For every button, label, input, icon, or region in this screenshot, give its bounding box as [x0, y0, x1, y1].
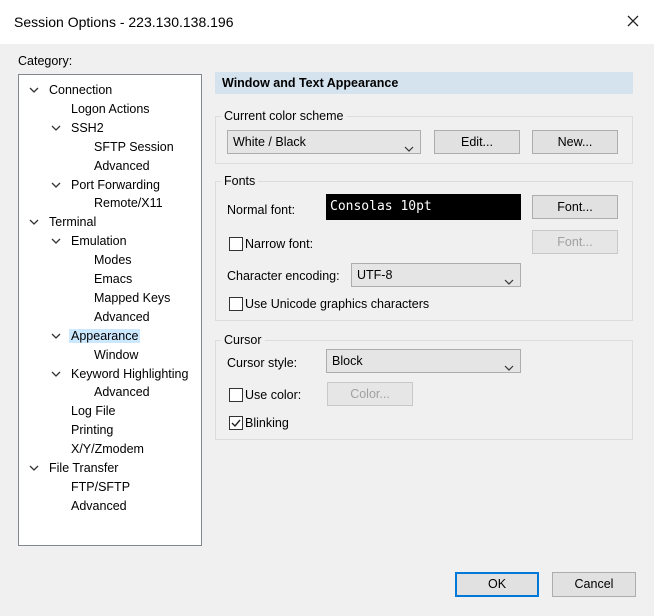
tree-item-label: SFTP Session [94, 139, 174, 154]
tree-item[interactable]: Printing [69, 421, 115, 439]
chevron-down-icon [404, 138, 414, 160]
chevron-down-icon[interactable] [51, 180, 61, 190]
chevron-down-icon[interactable] [51, 331, 61, 341]
tree-item-label: Logon Actions [71, 101, 150, 116]
blinking-checkbox[interactable] [229, 416, 243, 430]
normal-font-label: Normal font: [227, 203, 296, 217]
color-scheme-value: White / Black [233, 135, 306, 149]
chevron-down-icon[interactable] [29, 463, 39, 473]
blinking-label: Blinking [245, 416, 289, 430]
category-tree[interactable]: Connection Logon Actions SSH2 SFTP Session A… [18, 74, 202, 546]
unicode-graphics-checkbox[interactable] [229, 297, 243, 311]
title-bar: Session Options - 223.130.138.196 [0, 0, 654, 44]
chevron-down-icon[interactable] [51, 369, 61, 379]
ok-button[interactable]: OK [455, 572, 539, 597]
use-color-checkbox[interactable] [229, 388, 243, 402]
tree-item[interactable]: Appearance [69, 327, 141, 345]
tree-item-label: Appearance [69, 328, 141, 343]
cursor-group-label: Cursor [221, 332, 265, 348]
new-scheme-button[interactable]: New... [532, 130, 618, 154]
tree-item-label: Advanced [94, 158, 150, 173]
tree-item[interactable]: Remote/X11 [92, 194, 165, 212]
tree-item[interactable]: Modes [92, 251, 134, 269]
narrow-font-checkbox[interactable] [229, 237, 243, 251]
tree-item-label: Port Forwarding [71, 177, 160, 192]
tree-item-label: File Transfer [49, 461, 119, 475]
tree-item[interactable]: Log File [69, 402, 117, 420]
tree-item[interactable]: Logon Actions [69, 100, 152, 118]
tree-item-label: X/Y/Zmodem [71, 442, 144, 457]
tree-item-label: Mapped Keys [94, 290, 171, 305]
tree-item-label: Window [94, 347, 139, 362]
cursor-color-button[interactable]: Color... [327, 382, 413, 406]
unicode-graphics-label: Use Unicode graphics characters [245, 297, 430, 311]
tree-item-label: Advanced [94, 309, 150, 324]
fonts-group-label: Fonts [221, 173, 259, 189]
narrow-font-label: Narrow font: [245, 237, 314, 251]
close-icon[interactable] [622, 10, 644, 32]
tree-item[interactable]: Mapped Keys [92, 289, 172, 307]
tree-item[interactable]: Window [92, 346, 140, 364]
tree-item[interactable]: Advanced [69, 497, 129, 515]
tree-item[interactable]: X/Y/Zmodem [69, 440, 146, 458]
tree-item-label: FTP/SFTP [71, 479, 131, 494]
tree-item-label: Terminal [49, 215, 97, 230]
cursor-style-value: Block [332, 354, 363, 368]
tree-item-label: Keyword Highlighting [71, 366, 189, 381]
tree-item-label: Modes [94, 253, 132, 268]
color-scheme-group-label: Current color scheme [221, 108, 347, 124]
category-label: Category: [18, 54, 73, 68]
chevron-down-icon[interactable] [29, 85, 39, 95]
tree-item[interactable]: Advanced [92, 157, 152, 175]
chevron-down-icon [504, 271, 514, 293]
tree-item[interactable]: Terminal [47, 213, 98, 231]
checkmark-icon [231, 419, 241, 428]
tree-item[interactable]: SSH2 [69, 119, 106, 137]
tree-item-label: Connection [49, 83, 113, 97]
character-encoding-value: UTF-8 [357, 268, 393, 282]
tree-item[interactable]: Emulation [69, 232, 129, 250]
narrow-font-button[interactable]: Font... [532, 230, 618, 254]
chevron-down-icon[interactable] [29, 217, 39, 227]
color-scheme-select[interactable]: White / Black [227, 130, 421, 154]
tree-item[interactable]: Port Forwarding [69, 176, 162, 194]
tree-item-label: Advanced [94, 385, 150, 400]
cursor-style-select[interactable]: Block [326, 349, 521, 373]
tree-item-label: Remote/X11 [94, 196, 163, 211]
tree-item-label: Advanced [71, 498, 127, 513]
tree-item-label: SSH2 [71, 120, 104, 135]
cancel-button[interactable]: Cancel [552, 572, 636, 597]
use-color-label: Use color: [245, 388, 302, 402]
normal-font-button[interactable]: Font... [532, 195, 618, 219]
character-encoding-label: Character encoding: [227, 269, 340, 283]
tree-item[interactable]: File Transfer [47, 459, 120, 477]
normal-font-preview: Consolas 10pt [326, 194, 521, 220]
tree-item-label: Printing [71, 423, 114, 438]
character-encoding-select[interactable]: UTF-8 [351, 263, 521, 287]
tree-item-label: Emulation [71, 234, 127, 249]
chevron-down-icon[interactable] [51, 123, 61, 133]
chevron-down-icon [504, 357, 514, 379]
tree-item[interactable]: Keyword Highlighting [69, 365, 190, 383]
tree-item-label: Log File [71, 404, 116, 419]
tree-item-label: Emacs [94, 272, 133, 286]
tree-item[interactable]: Advanced [92, 383, 152, 401]
edit-scheme-button[interactable]: Edit... [434, 130, 520, 154]
session-options-dialog: Session Options - 223.130.138.196 Catego… [0, 0, 654, 616]
tree-item[interactable]: Advanced [92, 308, 152, 326]
section-header: Window and Text Appearance [215, 72, 633, 94]
window-title: Session Options - 223.130.138.196 [14, 14, 234, 30]
tree-item[interactable]: FTP/SFTP [69, 478, 132, 496]
tree-item[interactable]: Connection [47, 81, 114, 99]
chevron-down-icon[interactable] [51, 236, 61, 246]
cursor-style-label: Cursor style: [227, 356, 298, 370]
tree-item[interactable]: Emacs [92, 270, 134, 288]
tree-item[interactable]: SFTP Session [92, 138, 176, 156]
